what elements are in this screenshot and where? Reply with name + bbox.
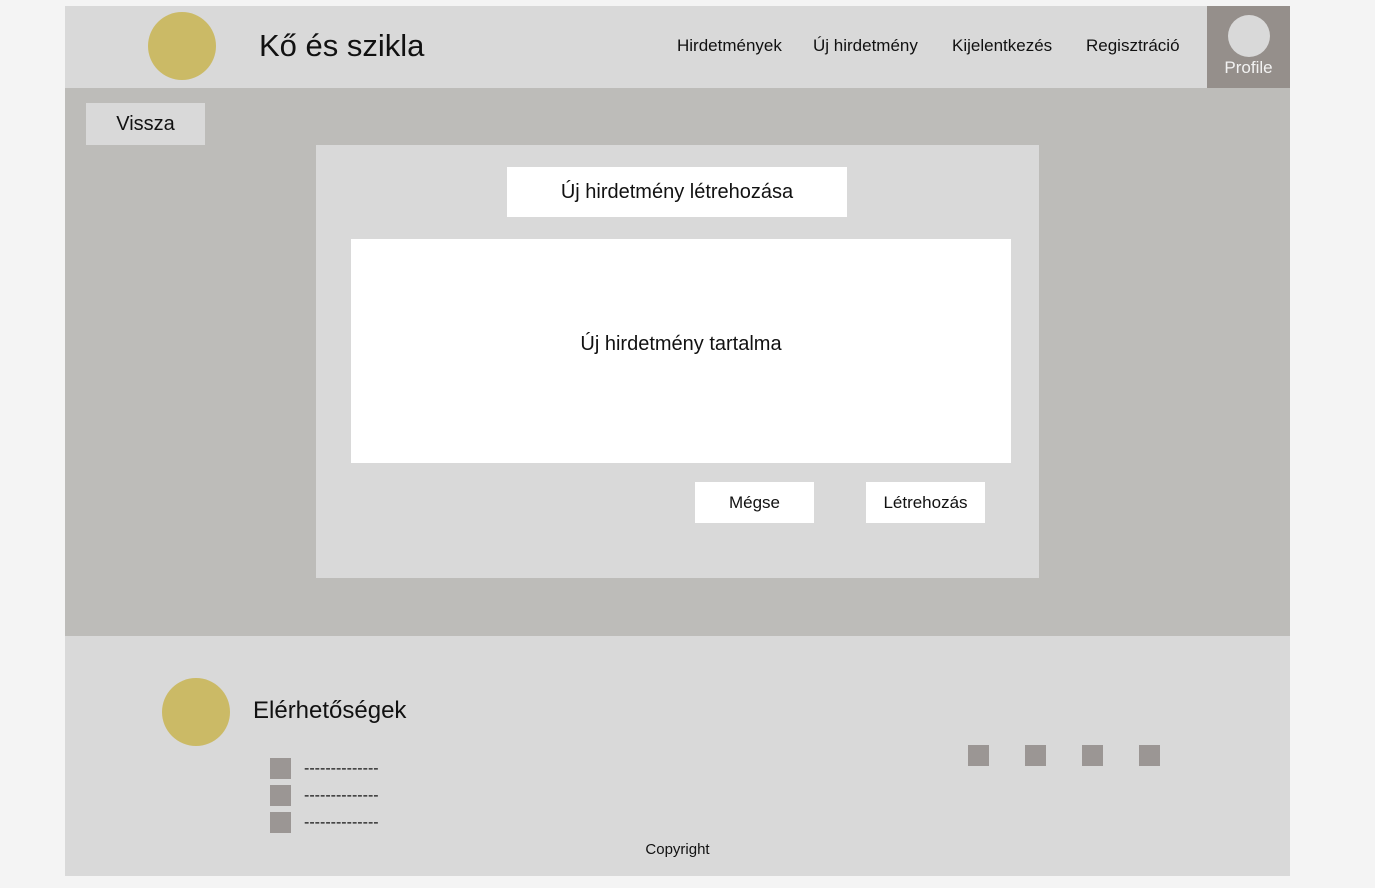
main-area: Vissza Új hirdetmény létrehozása Új hird…	[65, 88, 1290, 636]
panel-title: Új hirdetmény létrehozása	[507, 167, 847, 217]
avatar-icon	[1228, 15, 1270, 57]
page-frame: Kő és szikla Hirdetmények Új hirdetmény …	[65, 6, 1290, 876]
social-icon[interactable]	[1025, 745, 1046, 766]
social-icon[interactable]	[1082, 745, 1103, 766]
contact-title: Elérhetőségek	[253, 697, 407, 724]
new-notice-panel: Új hirdetmény létrehozása Új hirdetmény …	[316, 145, 1039, 578]
back-button[interactable]: Vissza	[86, 103, 205, 145]
contact-icon	[270, 812, 291, 833]
copyright: Copyright	[645, 841, 710, 858]
nav-regisztracio[interactable]: Regisztráció	[1086, 35, 1180, 57]
social-icon[interactable]	[1139, 745, 1160, 766]
contact-text: --------------	[304, 760, 379, 777]
contact-text: --------------	[304, 787, 379, 804]
contact-text: --------------	[304, 814, 379, 831]
contact-icon	[270, 758, 291, 779]
nav-uj-hirdetmeny[interactable]: Új hirdetmény	[813, 35, 918, 57]
site-title: Kő és szikla	[259, 28, 425, 63]
profile-label: Profile	[1224, 58, 1273, 77]
cancel-button[interactable]: Mégse	[695, 482, 814, 523]
notice-content-field[interactable]: Új hirdetmény tartalma	[351, 239, 1011, 463]
header: Kő és szikla Hirdetmények Új hirdetmény …	[65, 6, 1290, 88]
contact-icon	[270, 785, 291, 806]
nav-hirdetmenyek[interactable]: Hirdetmények	[677, 35, 782, 57]
logo-icon[interactable]	[148, 12, 216, 80]
content-placeholder: Új hirdetmény tartalma	[580, 333, 782, 355]
footer: Elérhetőségek -------------- -----------…	[65, 636, 1290, 876]
nav-kijelentkezes[interactable]: Kijelentkezés	[952, 35, 1052, 57]
footer-logo-icon	[162, 678, 230, 746]
create-button[interactable]: Létrehozás	[866, 482, 985, 523]
social-icon[interactable]	[968, 745, 989, 766]
profile-button[interactable]: Profile	[1207, 6, 1290, 88]
